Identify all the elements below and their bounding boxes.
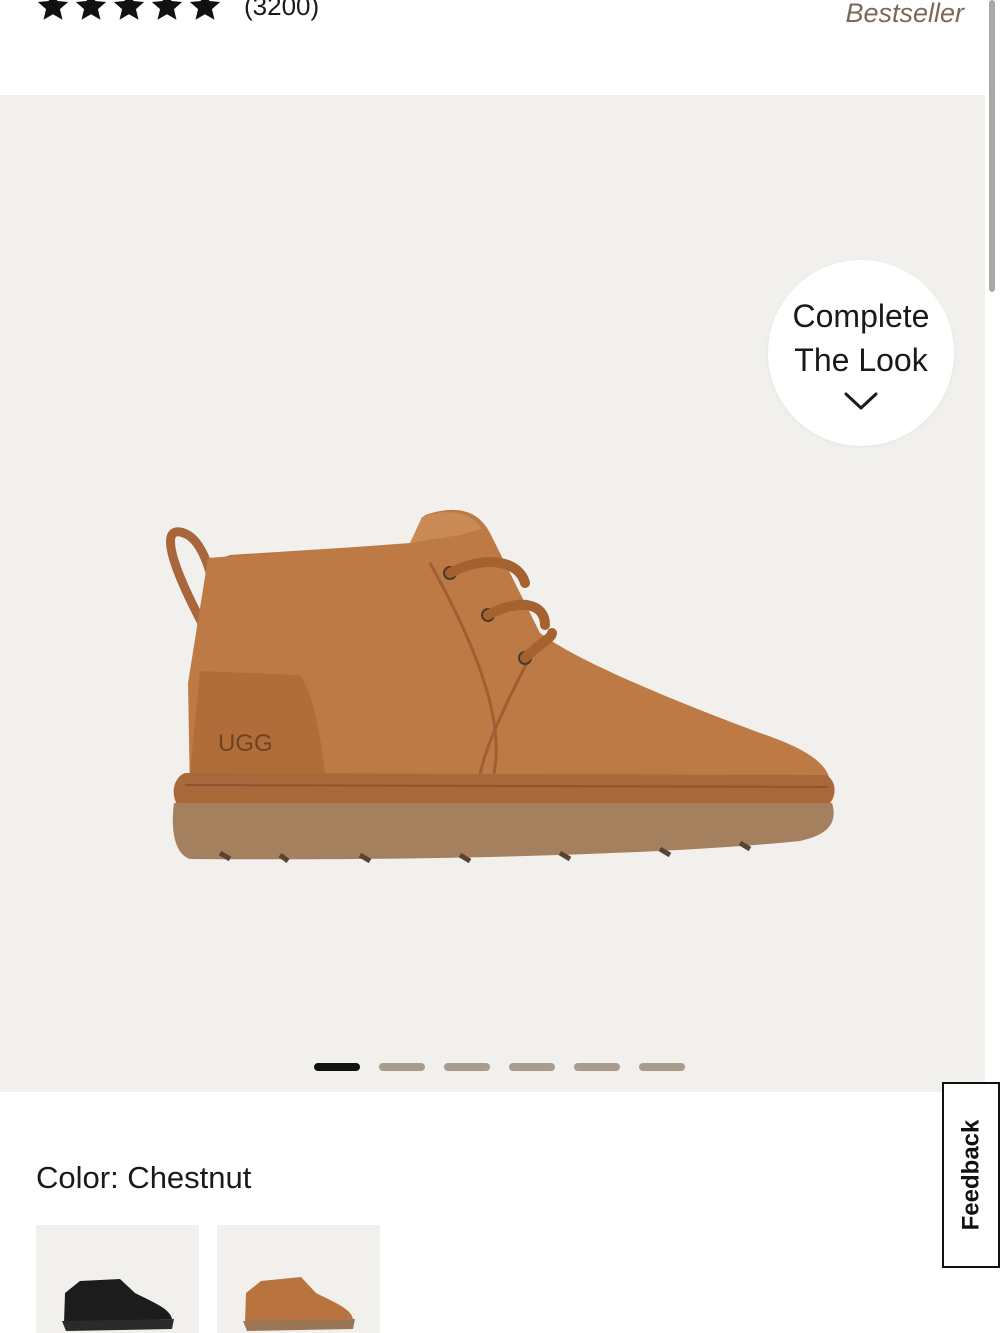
scrollbar[interactable]: [989, 0, 995, 292]
product-image: UGG: [166, 509, 835, 864]
carousel-dot[interactable]: [314, 1063, 360, 1071]
complete-the-look-label-line2: The Look: [794, 342, 928, 378]
carousel-dot[interactable]: [379, 1063, 425, 1071]
star-rating: [36, 0, 222, 23]
star-icon: [189, 0, 221, 20]
chevron-down-icon: [844, 392, 878, 410]
color-swatch-chestnut[interactable]: [217, 1225, 380, 1333]
carousel-dot[interactable]: [639, 1063, 685, 1071]
star-icon: [37, 0, 69, 20]
ugg-logo: UGG: [218, 730, 273, 757]
complete-the-look-label-line1: Complete: [792, 298, 930, 334]
feedback-label: Feedback: [957, 1119, 984, 1231]
carousel-dot[interactable]: [444, 1063, 490, 1071]
color-swatches: [36, 1225, 380, 1333]
feedback-tab[interactable]: Feedback: [942, 1082, 1000, 1268]
color-label: Color: Chestnut: [36, 1160, 252, 1195]
swatch-image-black: [62, 1279, 174, 1331]
carousel-dot[interactable]: [509, 1063, 555, 1071]
carousel-pagination: [314, 1063, 685, 1071]
star-icon: [113, 0, 145, 20]
carousel-dot[interactable]: [574, 1063, 620, 1071]
rating-row[interactable]: (3200): [36, 0, 319, 26]
star-icon: [151, 0, 183, 20]
product-image-carousel[interactable]: UGG Complete The Look: [0, 95, 985, 1092]
review-count[interactable]: (3200): [244, 0, 319, 22]
bestseller-badge: Bestseller: [845, 0, 964, 28]
color-swatch-black[interactable]: [36, 1225, 199, 1333]
complete-the-look-button[interactable]: Complete The Look: [768, 260, 954, 446]
star-icon: [75, 0, 107, 20]
swatch-image-chestnut: [243, 1277, 355, 1331]
